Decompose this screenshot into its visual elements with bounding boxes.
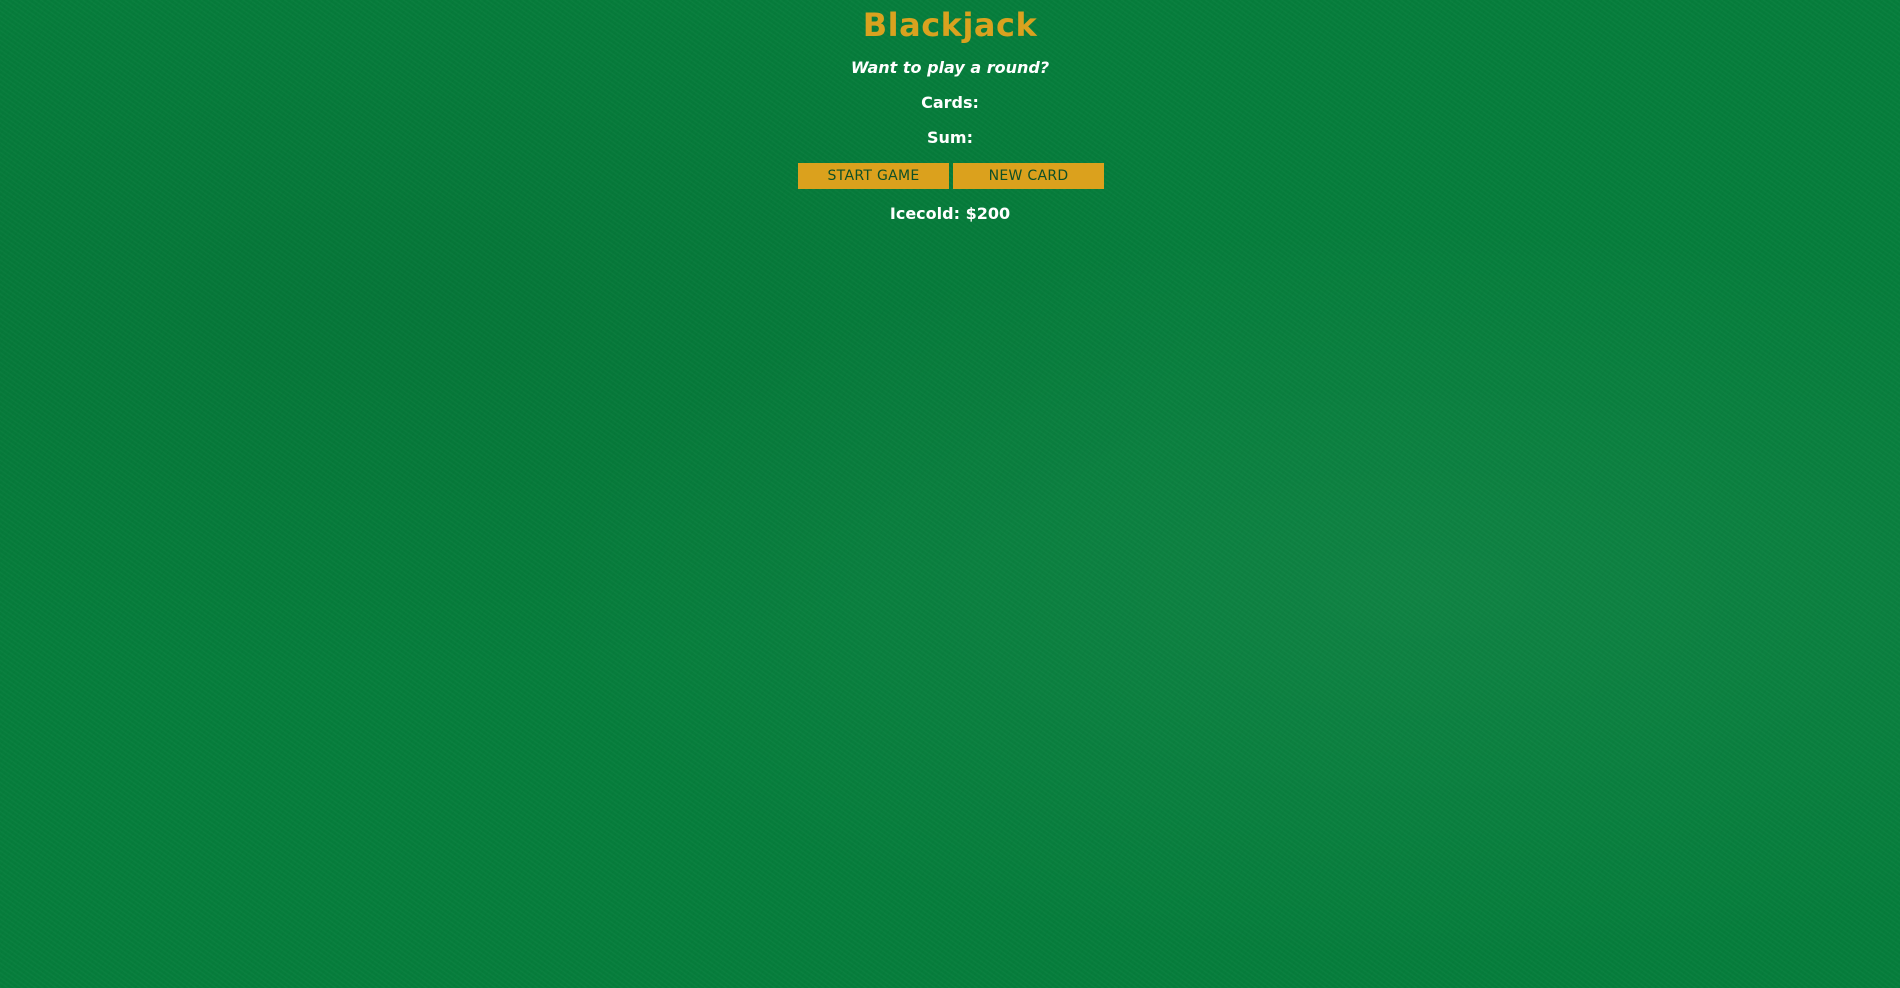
message-text: Want to play a round?	[850, 58, 1050, 77]
game-container: Blackjack Want to play a round? Cards: S…	[0, 0, 1900, 225]
cards-label: Cards:	[921, 93, 979, 112]
start-game-button[interactable]: START GAME	[798, 163, 949, 189]
player-balance: Icecold: $200	[889, 204, 1011, 223]
sum-label: Sum:	[927, 128, 973, 147]
button-row: START GAME NEW CARD	[2, 163, 1900, 189]
new-card-button[interactable]: NEW CARD	[953, 163, 1104, 189]
page-title: Blackjack	[862, 6, 1038, 44]
